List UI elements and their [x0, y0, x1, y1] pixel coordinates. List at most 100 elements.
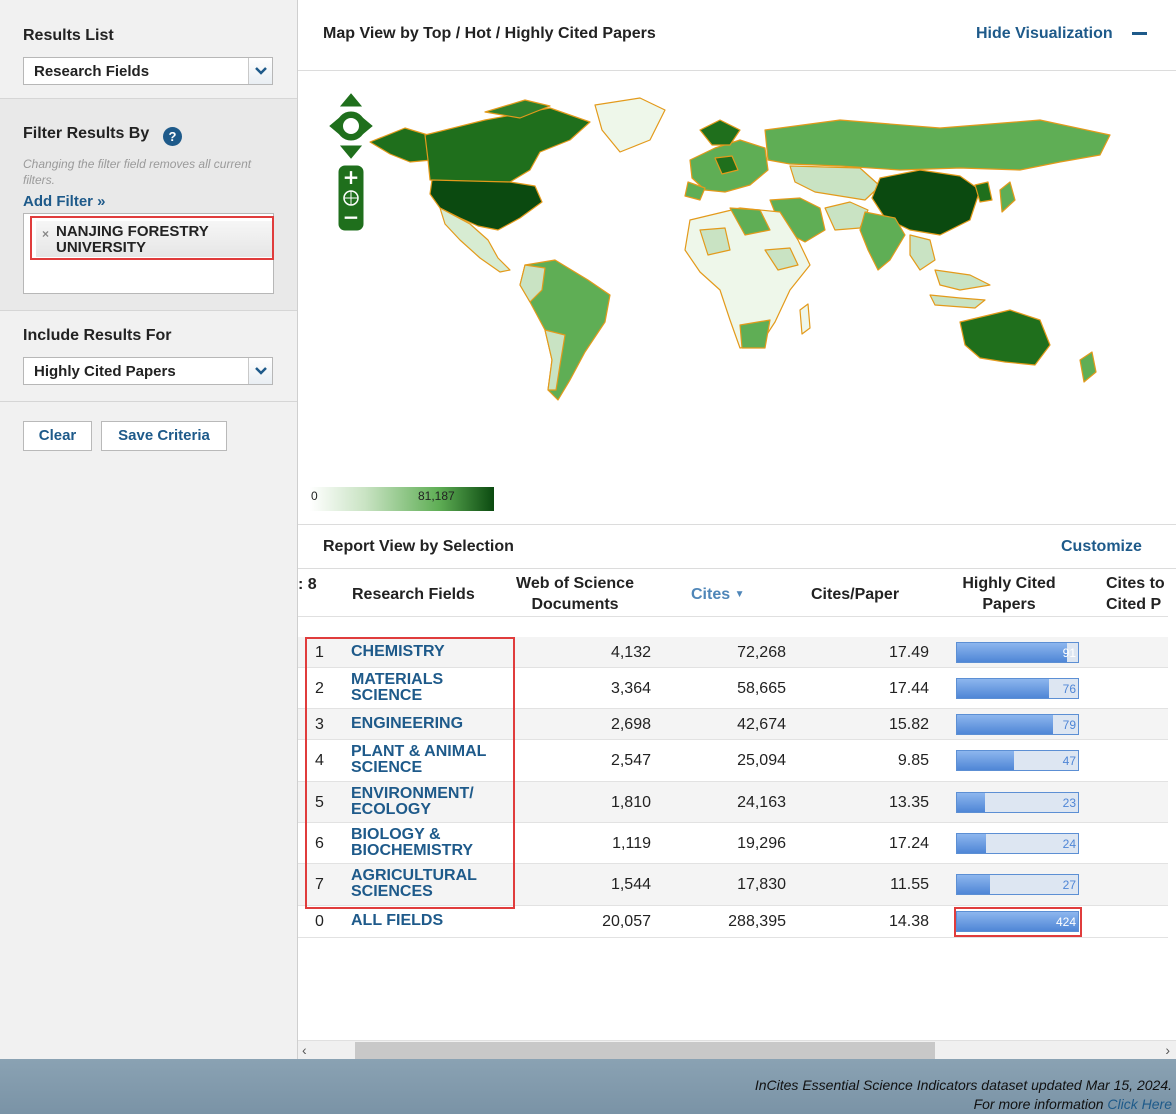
- row-cites: 24,163: [737, 794, 786, 811]
- results-list-select[interactable]: Research Fields: [23, 57, 273, 85]
- row-wos-docs: 1,810: [610, 794, 651, 811]
- highly-cited-bar-fill: [957, 875, 990, 894]
- highly-cited-bar-fill: [957, 679, 1049, 698]
- col-rank: : 8: [298, 576, 317, 593]
- row-wos-docs: 3,364: [610, 680, 651, 697]
- scrollbar-thumb[interactable]: [355, 1042, 935, 1059]
- col-wos-documents[interactable]: Web of Science Documents: [510, 573, 640, 615]
- highly-cited-value: 47: [1062, 754, 1076, 768]
- map-region-alaska: [369, 127, 433, 163]
- footer-more-info-label: For more information: [973, 1096, 1108, 1112]
- customize-link[interactable]: Customize: [1061, 538, 1142, 556]
- chevron-down-icon[interactable]: [248, 58, 272, 84]
- row-cites: 72,268: [737, 644, 786, 661]
- zoom-out-icon: −: [343, 205, 360, 229]
- footer-dataset-note: InCites Essential Science Indicators dat…: [754, 1077, 1172, 1093]
- highly-cited-bar: 79: [956, 714, 1079, 735]
- row-wos-docs: 2,547: [610, 752, 651, 769]
- highly-cited-bar: 23: [956, 792, 1079, 813]
- highly-cited-bar-fill: [957, 715, 1053, 734]
- row-cites: 58,665: [737, 680, 786, 697]
- add-filter-link[interactable]: Add Filter »: [23, 193, 106, 210]
- highlight-box-total: [954, 907, 1082, 937]
- highly-cited-bar: 24: [956, 833, 1079, 854]
- zoom-in-icon: +: [343, 165, 360, 189]
- sidebar: Results List Research Fields Filter Resu…: [0, 0, 298, 1059]
- map-region-canada: [424, 107, 591, 183]
- row-cites-per-paper: 14.38: [888, 913, 929, 930]
- row-wos-docs: 4,132: [610, 644, 651, 661]
- scroll-left-icon[interactable]: ‹: [302, 1042, 307, 1058]
- minus-icon[interactable]: [1132, 32, 1147, 35]
- row-cites-per-paper: 11.55: [890, 876, 929, 893]
- chevron-down-icon[interactable]: [248, 358, 272, 384]
- col-research-fields[interactable]: Research Fields: [352, 584, 475, 605]
- row-cites-per-paper: 17.44: [888, 680, 929, 697]
- pan-up-icon: [339, 93, 363, 107]
- map-legend-max: 81,187: [418, 489, 455, 503]
- main-panel: Map View by Top / Hot / Highly Cited Pap…: [298, 0, 1176, 1059]
- map-legend-min: 0: [311, 489, 318, 503]
- col-cites-label: Cites: [691, 586, 731, 603]
- row-field-link[interactable]: ALL FIELDS: [351, 913, 501, 929]
- footer: InCites Essential Science Indicators dat…: [0, 1059, 1176, 1114]
- row-cites-per-paper: 13.35: [888, 794, 929, 811]
- row-wos-docs: 1,119: [612, 835, 651, 852]
- highlight-box-fields: [305, 637, 515, 909]
- include-results-select[interactable]: Highly Cited Papers: [23, 357, 273, 385]
- highly-cited-value: 23: [1062, 796, 1076, 810]
- row-wos-docs: 2,698: [610, 716, 651, 733]
- col-cites-top-label: Cites to Cited P: [1106, 575, 1165, 613]
- col-cites-top[interactable]: Cites to Cited P: [1106, 573, 1176, 615]
- click-here-link[interactable]: Click Here: [1107, 1096, 1172, 1112]
- row-wos-docs: 1,544: [610, 876, 651, 893]
- map-nav-control[interactable]: + −: [328, 92, 374, 232]
- row-rank: 0: [315, 913, 324, 930]
- row-wos-docs: 20,057: [602, 913, 651, 930]
- pan-down-icon: [339, 145, 363, 159]
- col-highly-cited-papers[interactable]: Highly Cited Papers: [953, 573, 1065, 615]
- highly-cited-bar-fill: [957, 793, 985, 812]
- sort-desc-icon: ▼: [734, 589, 745, 600]
- include-results-value: Highly Cited Papers: [34, 363, 176, 380]
- highly-cited-bar-fill: [957, 751, 1014, 770]
- row-cites-per-paper: 15.82: [888, 716, 929, 733]
- highly-cited-value: 91: [1062, 646, 1076, 660]
- highly-cited-bar-fill: [957, 643, 1067, 662]
- row-cites: 17,830: [737, 876, 786, 893]
- row-cites: 288,395: [728, 913, 786, 930]
- map-title: Map View by Top / Hot / Highly Cited Pap…: [323, 25, 656, 42]
- row-cites-per-paper: 9.85: [897, 752, 929, 769]
- remove-filter-icon[interactable]: ×: [42, 227, 49, 241]
- report-title: Report View by Selection: [323, 538, 514, 555]
- col-cites-per-paper[interactable]: Cites/Paper: [811, 584, 899, 605]
- highly-cited-bar: 76: [956, 678, 1079, 699]
- highly-cited-bar: 47: [956, 750, 1079, 771]
- scroll-right-icon[interactable]: ›: [1165, 1042, 1170, 1058]
- include-results-title: Include Results For: [23, 327, 172, 344]
- active-filter-chip: × NANJING FORESTRY UNIVERSITY: [30, 216, 274, 260]
- row-cites: 19,296: [737, 835, 786, 852]
- help-icon[interactable]: ?: [163, 127, 182, 146]
- results-list-title: Results List: [23, 27, 114, 44]
- row-cites-per-paper: 17.49: [888, 644, 929, 661]
- active-filter-label: NANJING FORESTRY UNIVERSITY: [56, 223, 209, 256]
- highly-cited-value: 76: [1062, 682, 1076, 696]
- map-region-greenland: [594, 97, 666, 153]
- filter-note: Changing the filter field removes all cu…: [23, 157, 252, 187]
- map-region-australia: [959, 309, 1051, 366]
- map-region-russia: [764, 119, 1111, 171]
- clear-button[interactable]: Clear: [23, 421, 92, 451]
- highly-cited-value: 27: [1062, 878, 1076, 892]
- hide-visualization-link[interactable]: Hide Visualization: [976, 25, 1113, 43]
- horizontal-scrollbar[interactable]: ‹ ›: [298, 1040, 1176, 1059]
- world-map[interactable]: [320, 90, 1150, 420]
- results-list-value: Research Fields: [34, 63, 150, 80]
- highly-cited-bar: 91: [956, 642, 1079, 663]
- filter-results-title: Filter Results By: [23, 125, 150, 142]
- footer-more-info: For more information Click Here: [974, 1096, 1172, 1112]
- col-cites[interactable]: Cites ▼: [691, 584, 744, 605]
- row-cites: 42,674: [737, 716, 786, 733]
- save-criteria-button[interactable]: Save Criteria: [101, 421, 227, 451]
- filter-list-box: × NANJING FORESTRY UNIVERSITY: [23, 213, 274, 294]
